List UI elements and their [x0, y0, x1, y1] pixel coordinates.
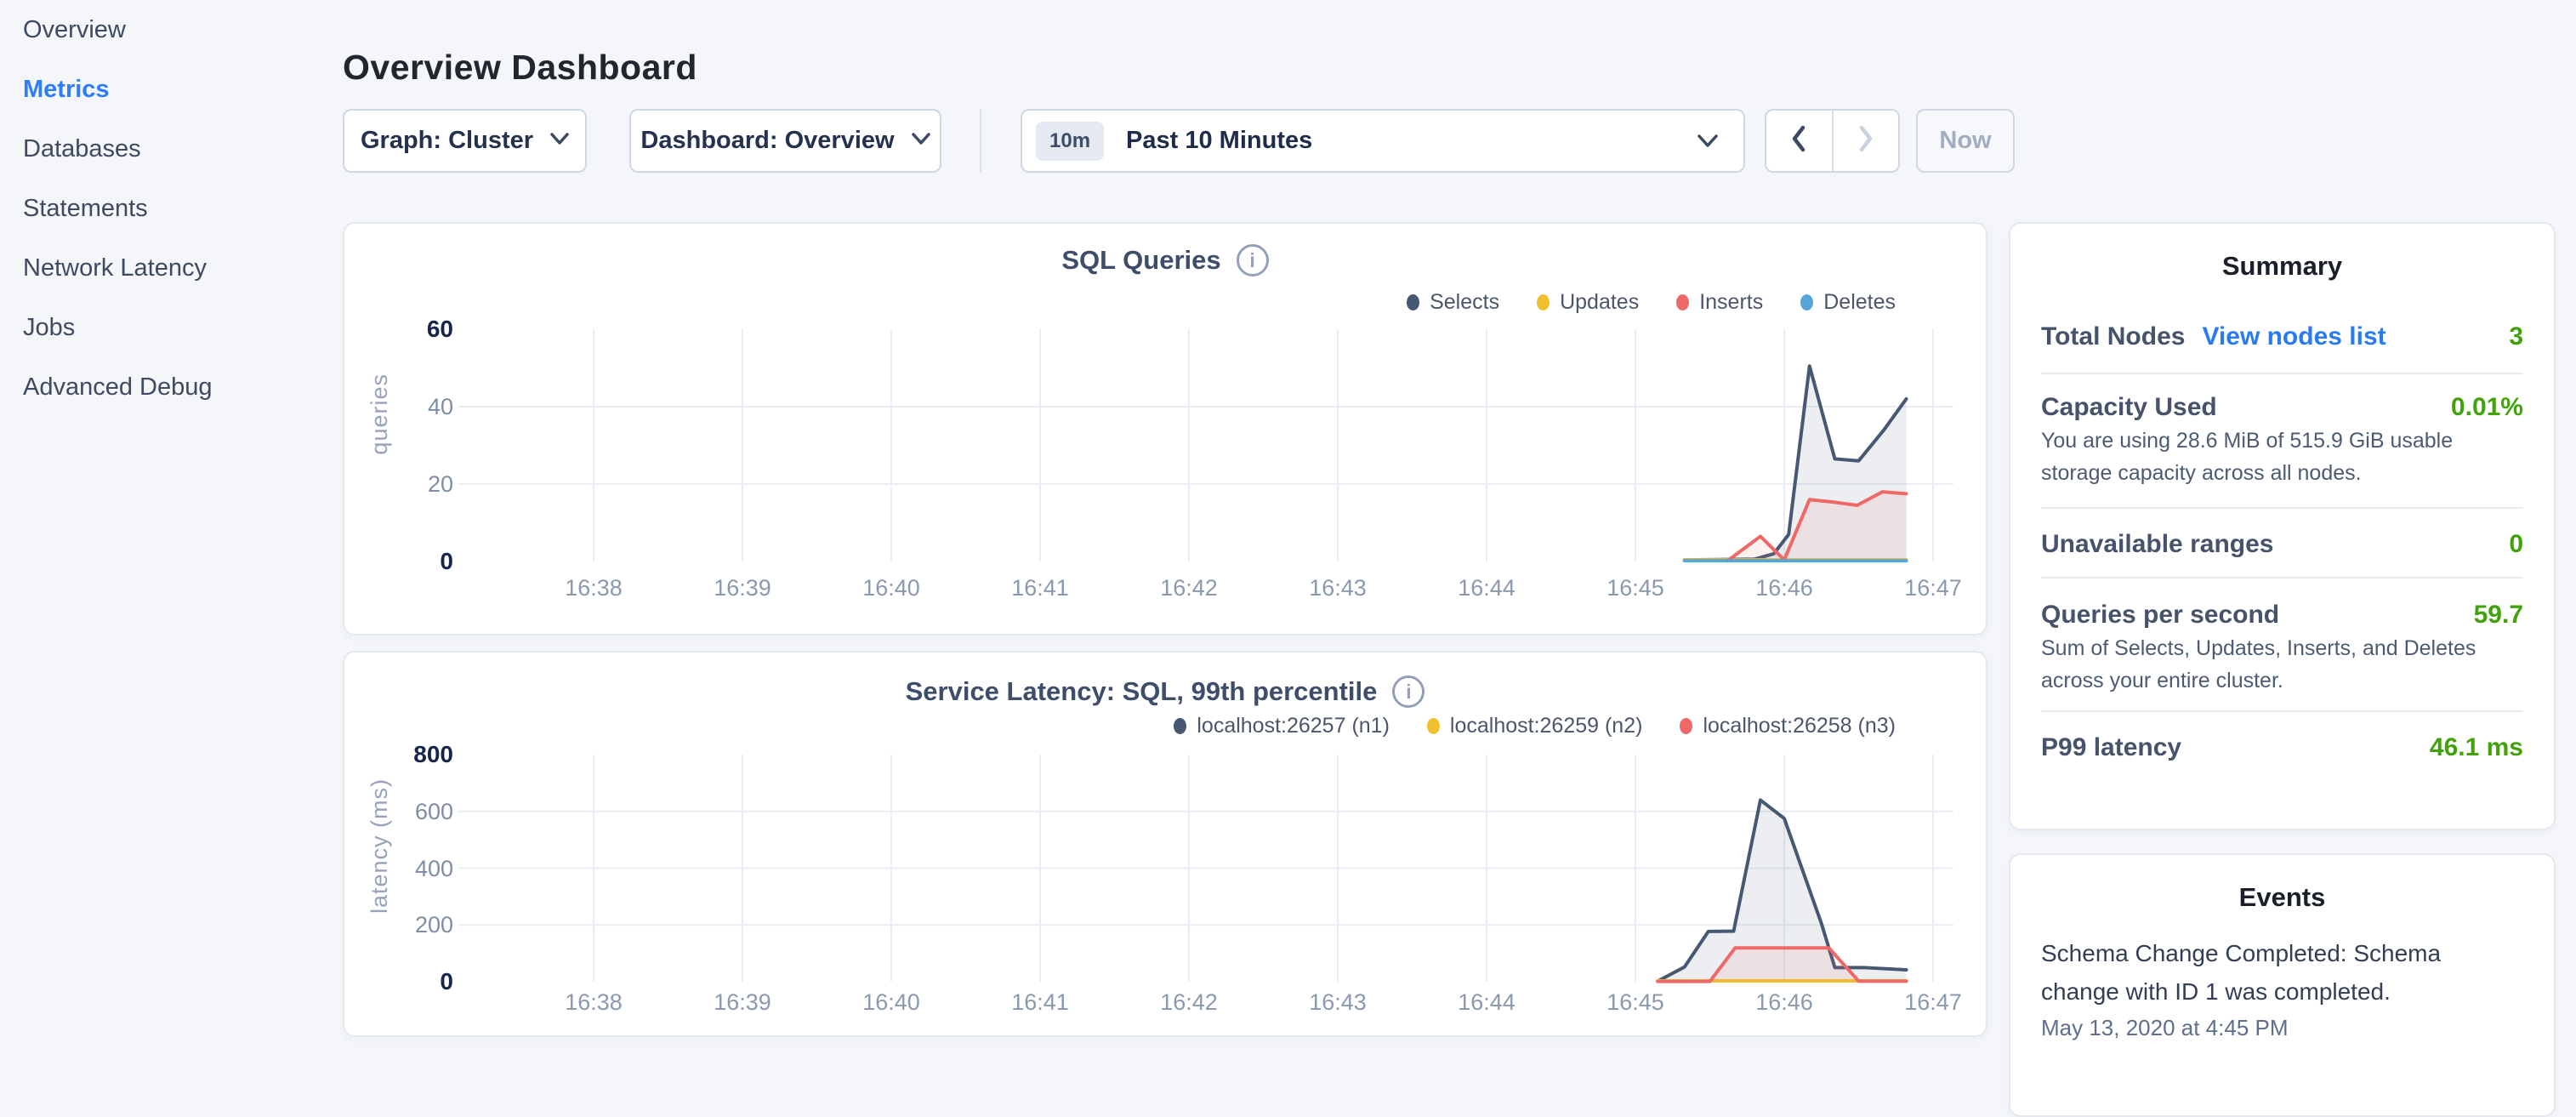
sidebar-item-metrics[interactable]: Metrics: [0, 60, 333, 119]
x-tick-label: 16:45: [1572, 989, 1699, 1016]
total-nodes-value: 3: [2509, 322, 2523, 351]
chart-plot[interactable]: [344, 224, 1986, 634]
graph-dropdown-label: Graph: Cluster: [361, 127, 533, 155]
chevron-down-icon: [912, 133, 930, 150]
capacity-used-value: 0.01%: [2451, 393, 2523, 422]
x-tick-label: 16:42: [1125, 989, 1253, 1016]
x-tick-label: 16:38: [530, 575, 657, 601]
event-list-item[interactable]: Schema Change Completed: Schema change w…: [2010, 934, 2554, 1041]
x-tick-label: 16:46: [1720, 989, 1848, 1016]
x-tick-label: 16:43: [1274, 575, 1402, 601]
y-tick-label: 60: [358, 316, 453, 343]
p99-latency-label: P99 latency: [2041, 733, 2181, 762]
sql-queries-chart-panel: SQL Queries i SelectsUpdatesInsertsDelet…: [343, 222, 1987, 635]
chevron-left-icon: [1788, 124, 1809, 157]
x-tick-label: 16:40: [827, 575, 955, 601]
dashboard-dropdown-label: Dashboard: Overview: [640, 127, 894, 155]
x-tick-label: 16:40: [827, 989, 955, 1016]
divider: [2041, 507, 2523, 509]
page-title: Overview Dashboard: [343, 48, 697, 88]
y-tick-label: 20: [358, 470, 453, 498]
events-title: Events: [2010, 882, 2554, 913]
capacity-used-label: Capacity Used: [2041, 393, 2217, 422]
toolbar-divider: [980, 109, 981, 173]
chevron-down-icon: [550, 133, 569, 150]
y-tick-label: 40: [358, 393, 453, 420]
summary-title: Summary: [2041, 251, 2523, 282]
x-tick-label: 16:43: [1274, 989, 1402, 1016]
divider: [2041, 373, 2523, 374]
x-tick-label: 16:47: [1869, 989, 1997, 1016]
divider: [2041, 577, 2523, 578]
chevron-down-icon: [1697, 134, 1718, 148]
chevron-right-icon: [1856, 124, 1876, 157]
now-button-label: Now: [1939, 127, 1991, 155]
sidebar-item-jobs[interactable]: Jobs: [0, 298, 333, 357]
x-tick-label: 16:39: [679, 575, 806, 601]
y-tick-label: 400: [358, 855, 453, 882]
x-tick-label: 16:42: [1125, 575, 1253, 601]
sidebar-item-advanced-debug[interactable]: Advanced Debug: [0, 357, 333, 417]
y-tick-label: 0: [358, 968, 453, 995]
event-timestamp: May 13, 2020 at 4:45 PM: [2041, 1015, 2523, 1041]
queries-per-second-value: 59.7: [2474, 601, 2523, 630]
x-tick-label: 16:44: [1423, 575, 1550, 601]
now-button[interactable]: Now: [1916, 109, 2015, 173]
queries-per-second-subtext: Sum of Selects, Updates, Inserts, and De…: [2041, 632, 2523, 697]
unavailable-ranges-value: 0: [2509, 530, 2523, 559]
x-tick-label: 16:45: [1572, 575, 1699, 601]
chart-plot[interactable]: [344, 653, 1986, 1035]
x-tick-label: 16:38: [530, 989, 657, 1016]
time-range-label: Past 10 Minutes: [1126, 127, 1312, 155]
sidebar-item-databases[interactable]: Databases: [0, 119, 333, 179]
summary-panel: Summary Total Nodes View nodes list 3 Ca…: [2009, 222, 2556, 830]
view-nodes-list-link[interactable]: View nodes list: [2202, 322, 2386, 351]
summary-row-p99-latency: P99 latency 46.1 ms: [2041, 733, 2523, 762]
series-area: [1728, 492, 1907, 561]
p99-latency-value: 46.1 ms: [2430, 733, 2523, 762]
x-tick-label: 16:44: [1423, 989, 1550, 1016]
unavailable-ranges-label: Unavailable ranges: [2041, 530, 2273, 559]
next-time-window-button[interactable]: [1834, 111, 1899, 171]
y-tick-label: 600: [358, 798, 453, 825]
summary-row-capacity-used: Capacity Used 0.01%: [2041, 393, 2523, 422]
graph-dropdown[interactable]: Graph: Cluster: [343, 109, 587, 173]
queries-per-second-label: Queries per second: [2041, 601, 2279, 630]
y-tick-label: 200: [358, 911, 453, 938]
time-range-selector[interactable]: 10m Past 10 Minutes: [1021, 109, 1745, 173]
summary-row-unavailable-ranges: Unavailable ranges 0: [2041, 530, 2523, 559]
sidebar-item-overview[interactable]: Overview: [0, 0, 333, 60]
x-tick-label: 16:46: [1720, 575, 1848, 601]
event-text: Schema Change Completed: Schema change w…: [2041, 934, 2449, 1011]
y-tick-label: 0: [358, 548, 453, 575]
summary-row-total-nodes: Total Nodes View nodes list 3: [2041, 322, 2523, 351]
time-range-badge: 10m: [1036, 122, 1104, 161]
x-tick-label: 16:41: [976, 575, 1104, 601]
sidebar: Overview Metrics Databases Statements Ne…: [0, 0, 333, 417]
y-tick-label: 800: [358, 741, 453, 768]
x-tick-label: 16:47: [1869, 575, 1997, 601]
previous-time-window-button[interactable]: [1766, 111, 1834, 171]
dashboard-dropdown[interactable]: Dashboard: Overview: [629, 109, 941, 173]
x-tick-label: 16:41: [976, 989, 1104, 1016]
capacity-used-subtext: You are using 28.6 MiB of 515.9 GiB usab…: [2041, 425, 2523, 489]
summary-row-queries-per-second: Queries per second 59.7: [2041, 601, 2523, 630]
time-step-buttons: [1765, 109, 1900, 173]
divider: [2041, 710, 2523, 712]
sidebar-item-network-latency[interactable]: Network Latency: [0, 238, 333, 298]
total-nodes-label: Total Nodes: [2041, 322, 2185, 351]
x-tick-label: 16:39: [679, 989, 806, 1016]
sidebar-item-statements[interactable]: Statements: [0, 179, 333, 238]
service-latency-chart-panel: Service Latency: SQL, 99th percentile i …: [343, 651, 1987, 1037]
events-panel: Events Schema Change Completed: Schema c…: [2009, 853, 2556, 1117]
